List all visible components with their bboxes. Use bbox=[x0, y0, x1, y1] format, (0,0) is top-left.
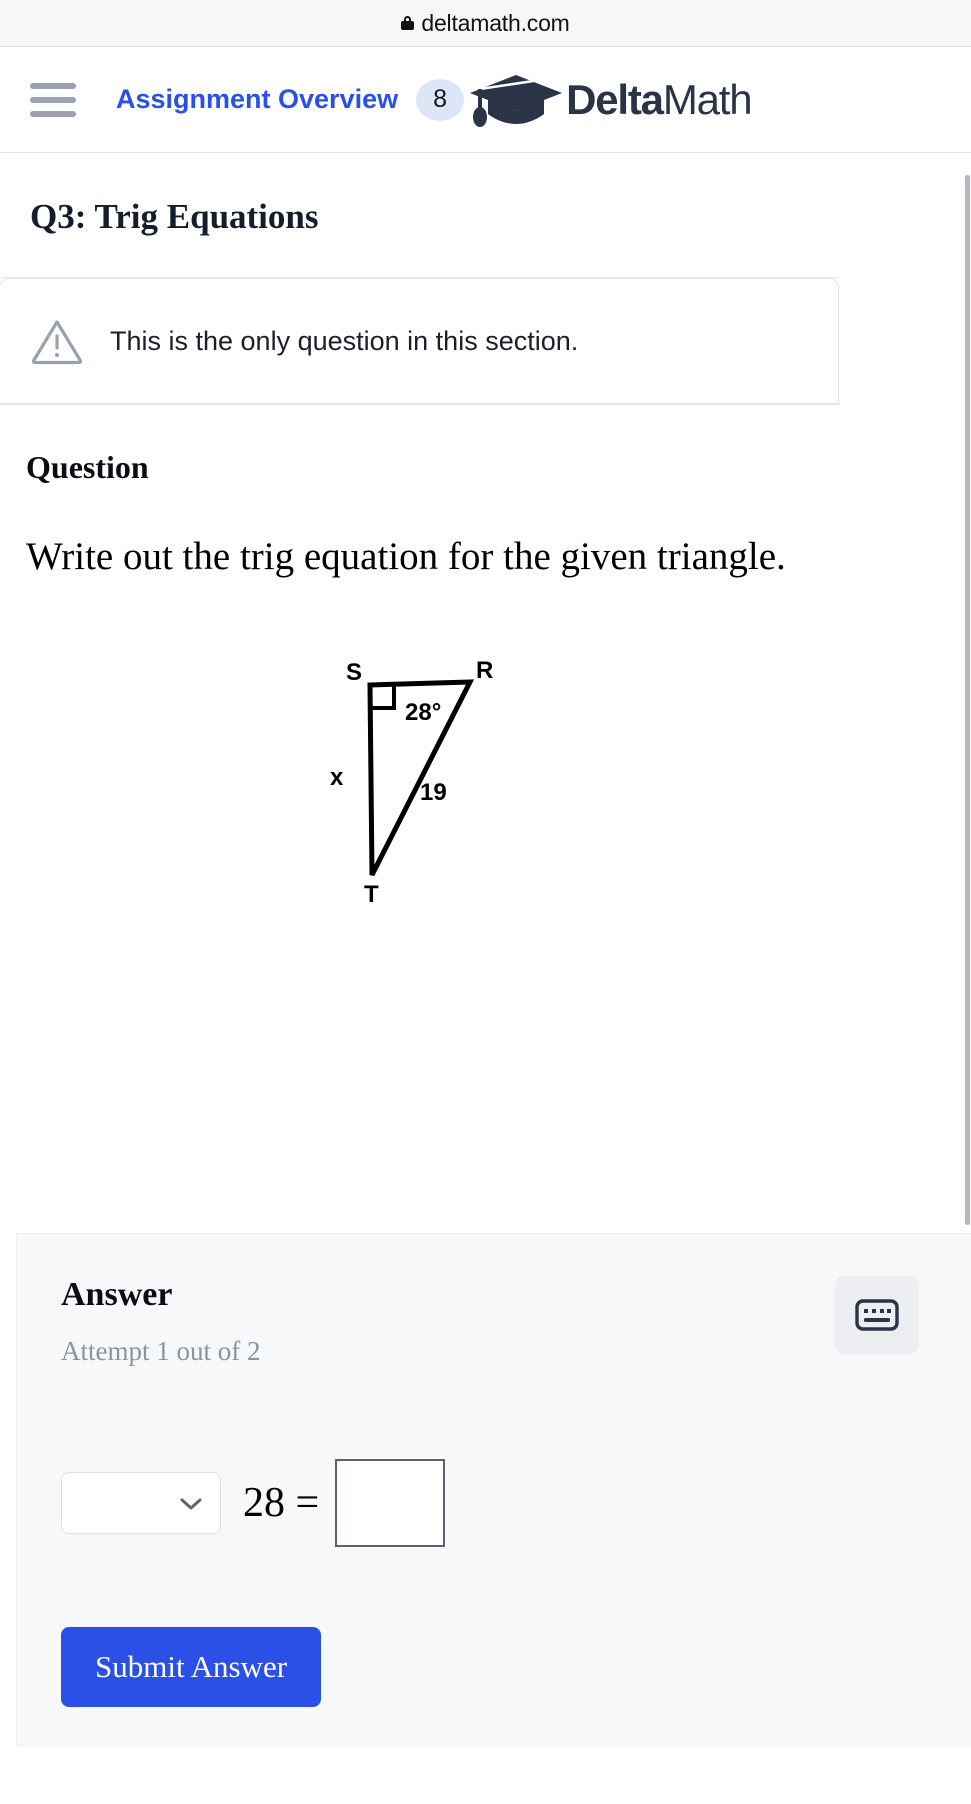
brand-math: Math bbox=[662, 75, 753, 123]
answer-header: Answer Attempt 1 out of 2 bbox=[61, 1276, 927, 1367]
page-title: Q3: Trig Equations bbox=[30, 197, 319, 236]
alert-message: This is the only question in this sectio… bbox=[110, 325, 579, 356]
warning-triangle-icon bbox=[31, 320, 83, 365]
url-display[interactable]: deltamath.com bbox=[401, 9, 570, 37]
answer-header-text: Answer Attempt 1 out of 2 bbox=[61, 1276, 260, 1367]
question-count-badge: 8 bbox=[416, 78, 465, 121]
attempt-counter: Attempt 1 out of 2 bbox=[61, 1336, 261, 1366]
app-header: Assignment Overview 8 DeltaMath bbox=[0, 47, 971, 153]
question-title-bar: Q3: Trig Equations bbox=[0, 153, 840, 278]
trig-function-select[interactable] bbox=[61, 1472, 221, 1534]
assignment-overview-link[interactable]: Assignment Overview bbox=[116, 84, 398, 115]
page-content: Q3: Trig Equations This is the only ques… bbox=[0, 153, 971, 1804]
vertex-label-s: S bbox=[346, 659, 362, 686]
browser-url-bar: deltamath.com bbox=[0, 0, 971, 47]
hamburger-menu-icon[interactable] bbox=[30, 80, 76, 120]
right-triangle-diagram: S R T 28° x 19 bbox=[330, 657, 493, 908]
side-label-19: 19 bbox=[420, 779, 447, 806]
side-label-x: x bbox=[330, 764, 344, 791]
question-prompt: Write out the trig equation for the give… bbox=[26, 535, 786, 578]
angle-label-28: 28° bbox=[405, 699, 441, 726]
brand-delta: Delta bbox=[566, 75, 664, 123]
keyboard-toggle-button[interactable] bbox=[835, 1276, 919, 1354]
vertex-label-t: T bbox=[364, 881, 379, 908]
chevron-down-icon bbox=[180, 1498, 202, 1509]
scrollbar-track[interactable] bbox=[964, 153, 971, 1804]
section-alert: This is the only question in this sectio… bbox=[0, 278, 839, 404]
answer-input-row: 28 = bbox=[61, 1459, 927, 1547]
brand-text: DeltaMath bbox=[566, 75, 753, 124]
triangle-figure: S R T 28° x 19 bbox=[26, 640, 814, 910]
submit-answer-button[interactable]: Submit Answer bbox=[61, 1627, 322, 1707]
answer-title: Answer bbox=[61, 1276, 173, 1313]
url-text: deltamath.com bbox=[421, 9, 570, 36]
question-section-label: Question bbox=[26, 449, 149, 485]
angle-and-equals: 28 = bbox=[243, 1479, 319, 1527]
question-body: Question Write out the trig equation for… bbox=[0, 404, 840, 910]
scrollbar-thumb[interactable] bbox=[965, 175, 970, 1225]
vertex-label-r: R bbox=[476, 657, 493, 684]
equals-sign: = bbox=[295, 1480, 320, 1526]
deltamath-logo[interactable]: DeltaMath bbox=[468, 69, 753, 131]
graduation-cap-icon bbox=[470, 74, 563, 127]
keyboard-icon bbox=[855, 1299, 899, 1331]
answer-card: Answer Attempt 1 out of 2 28 = Submit An… bbox=[16, 1233, 971, 1747]
lock-icon bbox=[401, 15, 415, 31]
angle-value: 28 bbox=[243, 1480, 285, 1526]
answer-input-field[interactable] bbox=[335, 1459, 446, 1547]
